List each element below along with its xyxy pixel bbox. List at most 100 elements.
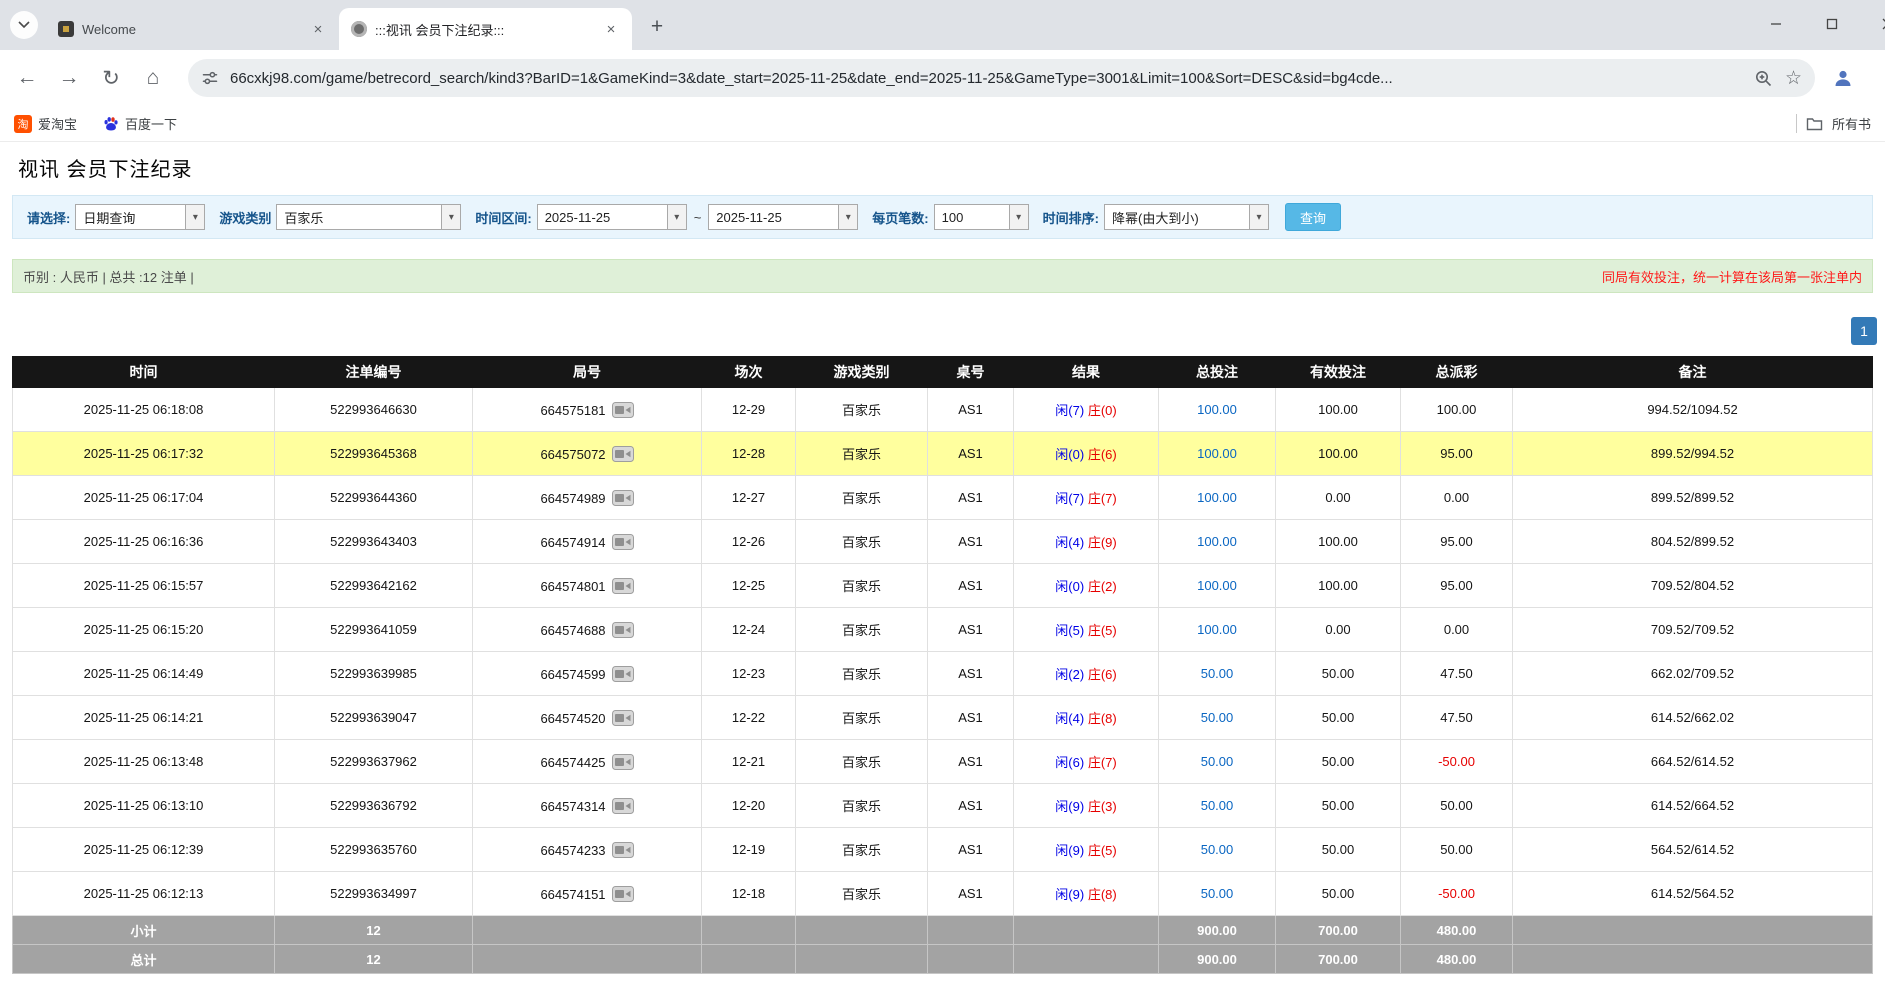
tab-welcome[interactable]: Welcome ×: [46, 8, 339, 50]
total-bet-link[interactable]: 50.00: [1201, 842, 1234, 857]
forward-button[interactable]: →: [48, 57, 90, 99]
cell-remark: 662.02/709.52: [1513, 652, 1873, 696]
welcome-favicon: [58, 21, 74, 37]
page-size-dropdown[interactable]: 100 ▾: [934, 204, 1029, 230]
payout-value: 50.00: [1440, 842, 1473, 857]
page-number-button[interactable]: 1: [1851, 317, 1877, 345]
video-replay-icon[interactable]: [612, 666, 634, 682]
total-count: 12: [275, 945, 473, 974]
close-window-button[interactable]: [1860, 0, 1885, 48]
video-replay-icon[interactable]: [612, 754, 634, 770]
result-player: 闲(7): [1055, 491, 1084, 506]
video-replay-icon[interactable]: [612, 446, 634, 462]
cell-payout: 0.00: [1401, 476, 1513, 520]
video-replay-icon[interactable]: [612, 842, 634, 858]
tab-bet-records[interactable]: :::视讯 会员下注纪录::: ×: [339, 8, 632, 50]
dropdown-arrow-icon[interactable]: ▾: [1249, 205, 1268, 229]
minimize-button[interactable]: [1748, 0, 1804, 48]
cell-valid-bet: 50.00: [1276, 784, 1401, 828]
dropdown-arrow-icon[interactable]: ▾: [185, 205, 204, 229]
video-replay-icon[interactable]: [612, 402, 634, 418]
search-button[interactable]: 查询: [1285, 203, 1341, 231]
back-button[interactable]: ←: [6, 57, 48, 99]
total-bet-link[interactable]: 50.00: [1201, 666, 1234, 681]
video-replay-icon[interactable]: [612, 490, 634, 506]
bet-record-row: 2025-11-25 06:13:48522993637962664574425…: [13, 740, 1873, 784]
cell-total-bet: 50.00: [1159, 652, 1276, 696]
cell-table-no: AS1: [928, 784, 1014, 828]
query-type-dropdown[interactable]: 日期查询 ▾: [75, 204, 205, 230]
result-banker: 庄(6): [1088, 447, 1117, 462]
maximize-button[interactable]: [1804, 0, 1860, 48]
payout-value: -50.00: [1438, 754, 1475, 769]
video-replay-icon[interactable]: [612, 534, 634, 550]
video-replay-icon[interactable]: [612, 622, 634, 638]
address-bar[interactable]: 66cxkj98.com/game/betrecord_search/kind3…: [188, 59, 1815, 97]
total-bet-link[interactable]: 50.00: [1201, 754, 1234, 769]
zoom-indicator-button[interactable]: [1754, 69, 1773, 88]
cell-time: 2025-11-25 06:15:20: [13, 608, 275, 652]
dropdown-arrow-icon[interactable]: ▾: [667, 205, 686, 229]
total-empty-cell: [928, 945, 1014, 974]
sort-dropdown[interactable]: 降幂(由大到小) ▾: [1104, 204, 1269, 230]
cell-session: 12-29: [702, 388, 796, 432]
video-replay-icon[interactable]: [612, 798, 634, 814]
cell-valid-bet: 0.00: [1276, 476, 1401, 520]
bet-site-favicon: [351, 21, 367, 37]
cell-result: 闲(4) 庄(8): [1014, 696, 1159, 740]
total-bet-link[interactable]: 50.00: [1201, 710, 1234, 725]
total-bet-link[interactable]: 100.00: [1197, 446, 1237, 461]
payout-value: 0.00: [1444, 490, 1469, 505]
cell-game-type: 百家乐: [796, 740, 928, 784]
game-type-dropdown[interactable]: 百家乐 ▾: [276, 204, 461, 230]
total-bet-link[interactable]: 100.00: [1197, 490, 1237, 505]
bet-record-row: 2025-11-25 06:12:39522993635760664574233…: [13, 828, 1873, 872]
total-bet-link[interactable]: 100.00: [1197, 534, 1237, 549]
cell-remark: 614.52/664.52: [1513, 784, 1873, 828]
cell-valid-bet: 100.00: [1276, 564, 1401, 608]
bet-record-row: 2025-11-25 06:14:49522993639985664574599…: [13, 652, 1873, 696]
cell-bet-id: 522993644360: [275, 476, 473, 520]
tab-close-icon[interactable]: ×: [309, 20, 327, 38]
new-tab-button[interactable]: +: [642, 12, 672, 42]
cell-valid-bet: 100.00: [1276, 520, 1401, 564]
total-bet-link[interactable]: 50.00: [1201, 798, 1234, 813]
cell-game-type: 百家乐: [796, 520, 928, 564]
reload-button[interactable]: ↻: [90, 57, 132, 99]
video-replay-icon[interactable]: [612, 578, 634, 594]
bookmark-star-button[interactable]: ☆: [1785, 67, 1802, 90]
tab-list-button[interactable]: [10, 11, 38, 39]
subtotal-empty-cell: [702, 916, 796, 945]
cell-valid-bet: 50.00: [1276, 652, 1401, 696]
date-end-dropdown[interactable]: 2025-11-25 ▾: [708, 204, 858, 230]
sort-label: 时间排序:: [1043, 208, 1099, 227]
dropdown-arrow-icon[interactable]: ▾: [838, 205, 857, 229]
bookmark-taobao[interactable]: 淘 爱淘宝: [14, 114, 77, 133]
total-bet-link[interactable]: 50.00: [1201, 886, 1234, 901]
result-banker: 庄(5): [1088, 843, 1117, 858]
total-bet-link[interactable]: 100.00: [1197, 578, 1237, 593]
dropdown-arrow-icon[interactable]: ▾: [1009, 205, 1028, 229]
dropdown-arrow-icon[interactable]: ▾: [441, 205, 460, 229]
summary-bar: 币别 : 人民币 | 总共 :12 注单 | 同局有效投注，统一计算在该局第一张…: [12, 259, 1873, 293]
tab-close-icon[interactable]: ×: [602, 20, 620, 38]
url-text[interactable]: 66cxkj98.com/game/betrecord_search/kind3…: [230, 70, 1742, 87]
all-bookmarks-button[interactable]: 所有书: [1796, 114, 1871, 133]
total-bet-link[interactable]: 100.00: [1197, 622, 1237, 637]
cell-total-bet: 50.00: [1159, 740, 1276, 784]
cell-game-type: 百家乐: [796, 432, 928, 476]
site-info-icon[interactable]: [201, 69, 219, 87]
date-start-dropdown[interactable]: 2025-11-25 ▾: [537, 204, 687, 230]
video-replay-icon[interactable]: [612, 710, 634, 726]
home-button[interactable]: ⌂: [132, 57, 174, 99]
cell-total-bet: 50.00: [1159, 828, 1276, 872]
result-banker: 庄(7): [1088, 491, 1117, 506]
total-bet-link[interactable]: 100.00: [1197, 402, 1237, 417]
header-row: 时间注单编号局号场次游戏类别桌号结果总投注有效投注总派彩备注: [13, 357, 1873, 388]
profile-button[interactable]: [1823, 58, 1863, 98]
column-header: 备注: [1513, 357, 1873, 388]
column-header: 桌号: [928, 357, 1014, 388]
bookmark-baidu[interactable]: 百度一下: [103, 114, 177, 133]
video-replay-icon[interactable]: [612, 886, 634, 902]
cell-table-no: AS1: [928, 828, 1014, 872]
